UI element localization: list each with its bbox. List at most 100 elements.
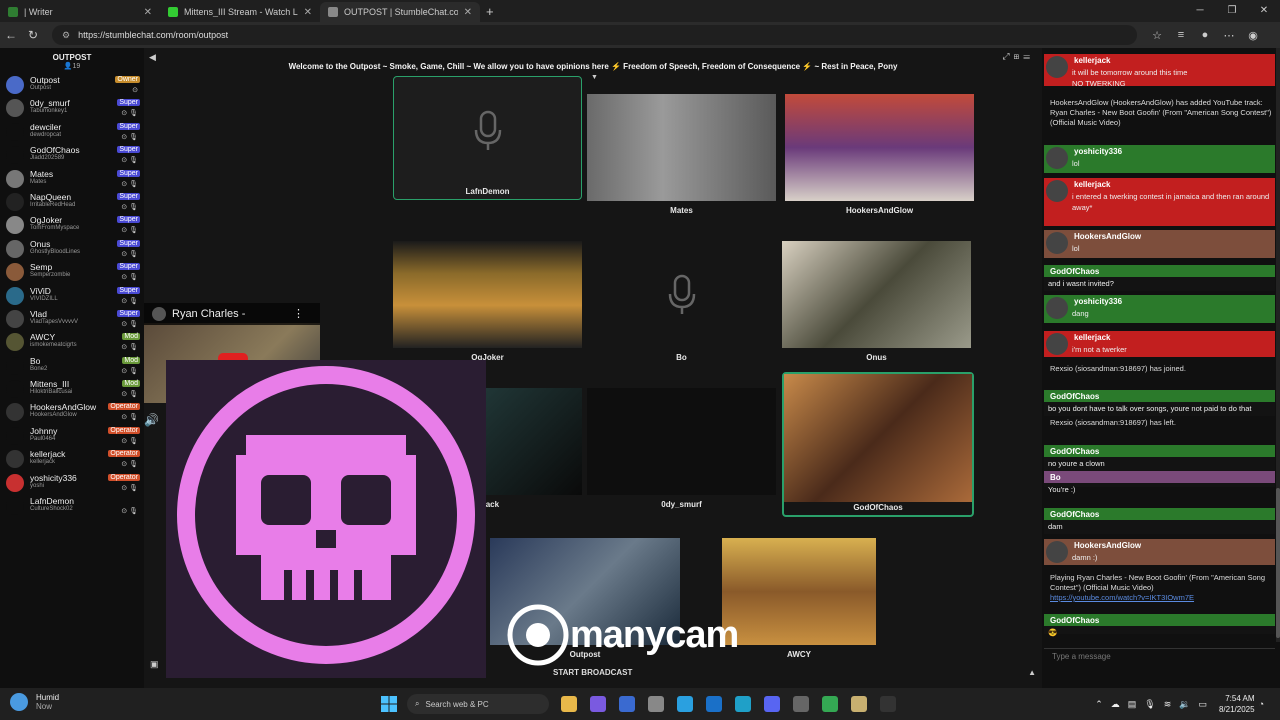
user-list-item[interactable]: Outpost Outpost Owner ⊙ — [0, 73, 144, 96]
favorites-icon[interactable]: ≡ — [1169, 29, 1193, 42]
volume-icon[interactable]: 🔊 — [144, 413, 159, 427]
new-tab-button[interactable]: + — [486, 4, 494, 19]
chat-text: and i wasnt invited? — [1048, 279, 1114, 288]
chat-author[interactable]: Bo — [1048, 473, 1063, 482]
tray-overflow-icon[interactable]: ⌃ — [1095, 699, 1103, 710]
edge-dev-icon[interactable] — [677, 696, 693, 712]
video-tile[interactable]: GodOfChaos — [782, 372, 974, 517]
discord-icon[interactable] — [764, 696, 780, 712]
manycam-logo-icon — [507, 604, 569, 666]
user-list-item[interactable]: Johnny Paul0464 Operator ⊙ 🎙 — [0, 424, 144, 447]
user-list-item[interactable]: 0dy_smurf Tabumonkey1 Super ⊙ 🎙 — [0, 96, 144, 119]
system-message-line[interactable]: https://youtube.com/watch?v=IKT3IOwm7E — [1050, 593, 1275, 603]
video-tile[interactable]: AWCY — [722, 538, 876, 662]
avatar — [6, 356, 24, 375]
media-app-icon[interactable] — [851, 696, 867, 712]
close-tab-icon[interactable]: ✕ — [304, 7, 312, 18]
microphone-icon[interactable]: 🎙 — [1144, 699, 1155, 710]
minimize-button[interactable]: ─ — [1184, 0, 1216, 22]
chat-author[interactable]: kellerjack — [1072, 180, 1113, 189]
back-button[interactable]: ← — [0, 28, 22, 42]
user-list-item[interactable]: ViViD VIVIDZILL Super ⊙ 🎙 — [0, 284, 144, 307]
browser-tab[interactable]: | Writer ✕ — [0, 2, 160, 22]
chat-author[interactable]: kellerjack — [1072, 56, 1113, 65]
file-explorer-icon[interactable] — [561, 696, 577, 712]
weather-widget[interactable]: Humid Now — [10, 693, 59, 711]
taskbar-search[interactable]: ⌕ Search web & PC — [407, 694, 549, 714]
layout-controls[interactable]: ⤢⊞☰ — [1002, 51, 1034, 62]
edge-icon[interactable] — [735, 696, 751, 712]
chat-author[interactable]: GodOfChaos — [1048, 267, 1102, 276]
chat-author[interactable]: GodOfChaos — [1048, 392, 1102, 401]
role-badge: Super — [117, 146, 140, 154]
battery-icon[interactable]: ▭ — [1198, 699, 1207, 710]
overlay-toggle-icon[interactable]: ▣ — [150, 659, 159, 670]
chat-scroll-thumb[interactable] — [1276, 488, 1280, 638]
browser-tab[interactable]: OUTPOST | StumbleChat.com ✕ — [320, 2, 480, 22]
user-list-item[interactable]: Mates Mates Super ⊙ 🎙 — [0, 167, 144, 190]
close-tab-icon[interactable]: ✕ — [464, 7, 472, 18]
chat-author[interactable]: GodOfChaos — [1048, 510, 1102, 519]
tray-app-icon[interactable]: ▤ — [1128, 699, 1137, 710]
browser-tab[interactable]: Mittens_III Stream - Watch Live o ✕ — [160, 2, 320, 22]
user-list-item[interactable]: OgJoker TomFromMyspace Super ⊙ 🎙 — [0, 213, 144, 236]
chat-author[interactable]: yoshicity336 — [1072, 297, 1125, 306]
user-list-item[interactable]: Mittens_III HiloktriBallcusai Mod ⊙ 🎙 — [0, 377, 144, 400]
chat-author[interactable]: yoshicity336 — [1072, 147, 1125, 156]
user-list-item[interactable]: dewciler dewdropcat Super ⊙ 🎙 — [0, 120, 144, 143]
chat-scrollbar[interactable] — [1276, 48, 1280, 642]
windows-start-icon[interactable] — [381, 696, 397, 712]
user-list-item[interactable]: Vlad VladTapesVvvvvV Super ⊙ 🎙 — [0, 307, 144, 330]
url-field[interactable]: ⚙ https://stumblechat.com/room/outpost — [52, 25, 1137, 45]
user-list-item[interactable]: kellerjack kellerjack Operator ⊙ 🎙 — [0, 447, 144, 470]
video-tile[interactable]: LafnDemon — [393, 76, 582, 200]
chat-author[interactable]: GodOfChaos — [1048, 447, 1102, 456]
wifi-icon[interactable]: ≋ — [1164, 699, 1172, 710]
close-tab-icon[interactable]: ✕ — [144, 7, 152, 18]
speaker-icon[interactable]: 🔉 — [1179, 699, 1190, 710]
profile-icon[interactable]: ● — [1193, 29, 1217, 42]
chat-author[interactable]: GodOfChaos — [1048, 616, 1102, 625]
video-tile[interactable]: 0dy_smurf — [587, 388, 776, 512]
avatar — [6, 99, 24, 118]
refresh-button[interactable]: ↻ — [22, 28, 44, 42]
copilot-icon[interactable]: ◉ — [1241, 29, 1265, 42]
user-list-item[interactable]: Onus GhostlyBloodLines Super ⊙ 🎙 — [0, 237, 144, 260]
site-info-icon[interactable]: ⚙ — [62, 30, 70, 41]
writer-icon[interactable] — [619, 696, 635, 712]
terminal-icon[interactable] — [880, 696, 896, 712]
user-list-item[interactable]: LafnDemon CultureShock02 ⊙ 🎙 — [0, 494, 144, 517]
close-window-button[interactable]: ✕ — [1248, 0, 1280, 22]
taskbar-clock[interactable]: 7:54 AM 8/21/2025 — [1219, 693, 1255, 715]
outlook-icon[interactable] — [706, 696, 722, 712]
favorite-star-icon[interactable]: ☆ — [1145, 29, 1169, 42]
user-list-item[interactable]: GodOfChaos Jladd202589 Super ⊙ 🎙 — [0, 143, 144, 166]
more-menu-icon[interactable]: ⋯ — [1217, 29, 1241, 42]
chat-author[interactable]: HookersAndGlow — [1072, 541, 1144, 550]
maximize-button[interactable]: ❐ — [1216, 0, 1248, 22]
video-tile[interactable]: HookersAndGlow — [785, 94, 974, 218]
store-icon[interactable] — [648, 696, 664, 712]
cloud-icon[interactable]: ☁ — [1111, 699, 1120, 710]
video-tile[interactable]: OgJoker — [393, 241, 582, 365]
user-list-item[interactable]: Semp Semperzombie Super ⊙ 🎙 — [0, 260, 144, 283]
topic-expand-icon[interactable]: ▼ — [591, 74, 598, 81]
video-tile[interactable]: Mates — [587, 94, 776, 218]
video-tile[interactable]: Bo — [587, 241, 776, 365]
user-list-item[interactable]: AWCY ismokemeatcigrts Mod ⊙ 🎙 — [0, 330, 144, 353]
video-tile[interactable]: Onus — [782, 241, 971, 365]
user-list-item[interactable]: NapQueen IrritableRedHead Super ⊙ 🎙 — [0, 190, 144, 213]
youtube-more-icon[interactable]: ⋮ — [293, 307, 304, 320]
user-list-item[interactable]: yoshicity336 yoshi Operator ⊙ 🎙 — [0, 471, 144, 494]
expand-up-icon[interactable]: ▲ — [1028, 668, 1036, 677]
chat-author[interactable]: HookersAndGlow — [1072, 232, 1144, 241]
chrome-icon[interactable] — [822, 696, 838, 712]
copilot-app-icon[interactable] — [590, 696, 606, 712]
user-list-item[interactable]: Bo Bone2 Mod ⊙ 🎙 — [0, 354, 144, 377]
user-list-item[interactable]: HookersAndGlow HookersAndGlow Operator ⊙ 🎙 — [0, 400, 144, 423]
start-broadcast-button[interactable]: START BROADCAST — [553, 668, 632, 677]
settings-icon[interactable] — [793, 696, 809, 712]
chat-message-input[interactable]: Type a message — [1044, 648, 1275, 664]
chat-author[interactable]: kellerjack — [1072, 333, 1113, 342]
notification-icon[interactable]: ◔ — [1259, 699, 1264, 709]
